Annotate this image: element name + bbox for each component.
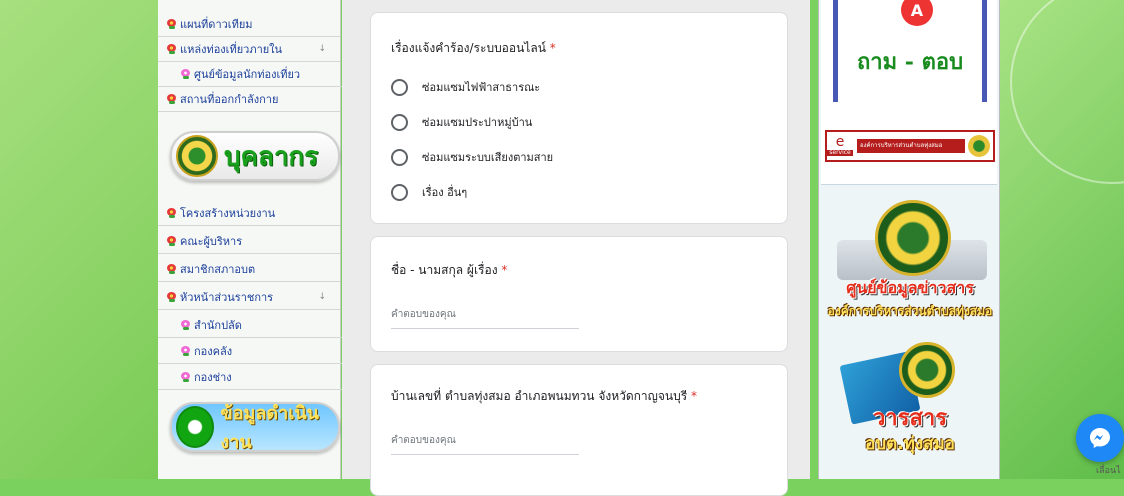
right-banner-column: ถาม - ตอบ A e service องค์การบริหารส่วนต… — [818, 0, 1000, 479]
sidebar-item-office-of-permanent-secretary[interactable]: สำนักปลัด — [158, 313, 354, 338]
eservice-banner[interactable]: e service องค์การบริหารส่วนตำบลทุ่งสมอ — [825, 130, 995, 162]
question-card-address: บ้านเลขที่ ตำบลทุ่งสมอ อำเภอพนมทวน จังหว… — [370, 364, 788, 496]
form-area: เรื่องแจ้งคำร้อง/ระบบออนไลน์ * ซ่อมแซมไฟ… — [342, 0, 810, 496]
sidebar-item-label: สมาชิกสภาอบต — [180, 263, 256, 276]
address-input[interactable]: คำตอบของคุณ — [391, 433, 579, 455]
sidebar-item-label: หัวหน้าส่วนราชการ — [180, 291, 274, 304]
eservice-letter: e — [835, 134, 845, 150]
flower-icon — [180, 371, 191, 383]
radio-button[interactable] — [391, 148, 408, 166]
seal-icon — [968, 135, 990, 157]
sidebar-item-label: สถานที่ออกกำลังกาย — [180, 93, 279, 106]
flower-icon — [180, 68, 191, 80]
sidebar-item-engineering-division[interactable]: กองช่าง — [158, 365, 354, 390]
radio-option-label: ซ่อมแซมระบบเสียงตามสาย — [422, 151, 554, 164]
news-center-subtitle: องค์การบริหารส่วนตำบลทุ่งสมอ — [827, 304, 993, 318]
operations-banner-text: ข้อมูลดำเนินงาน — [220, 403, 319, 453]
flower-icon — [166, 18, 177, 30]
journal-banner[interactable]: วารสาร อบต.ทุ่งสมอ — [827, 340, 993, 470]
qa-banner[interactable]: ถาม - ตอบ A e service องค์การบริหารส่วนต… — [821, 0, 997, 185]
sidebar-item-label: ศูนย์ข้อมูลนักท่องเที่ยว — [194, 68, 301, 81]
eservice-logo: e service — [827, 134, 853, 158]
question-card-request-type: เรื่องแจ้งคำร้อง/ระบบออนไลน์ * ซ่อมแซมไฟ… — [370, 12, 788, 224]
sidebar-item-label: กองคลัง — [194, 345, 233, 358]
radio-option-street-lights[interactable]: ซ่อมแซมไฟฟ้าสาธารณะ — [391, 78, 540, 96]
eservice-org-name: องค์การบริหารส่วนตำบลทุ่งสมอ — [857, 139, 965, 153]
journal-subtitle: อบต.ทุ่งสมอ — [865, 434, 955, 454]
sidebar-item-tourist-center[interactable]: ศูนย์ข้อมูลนักท่องเที่ยว — [158, 62, 354, 87]
required-mark: * — [691, 389, 698, 403]
messenger-icon — [1090, 428, 1110, 448]
sidebar-item-label: คณะผู้บริหาร — [180, 235, 243, 248]
sidebar-item-executives[interactable]: คณะผู้บริหาร — [158, 229, 340, 254]
seal-icon — [899, 342, 955, 398]
flower-icon — [166, 291, 177, 303]
flower-icon — [166, 263, 177, 275]
personnel-banner[interactable]: บุคลากร — [170, 131, 340, 181]
operations-banner[interactable]: ข้อมูลดำเนินงาน — [170, 402, 340, 453]
name-input[interactable]: คำตอบของคุณ — [391, 307, 579, 329]
personnel-banner-text: บุคลากร — [224, 141, 319, 172]
required-mark: * — [549, 41, 556, 55]
sidebar-item-department-heads[interactable]: หัวหน้าส่วนราชการ ↓ — [158, 285, 340, 310]
question-title-text: เรื่องแจ้งคำร้อง/ระบบออนไลน์ — [391, 41, 546, 55]
sidebar-item-label: กองช่าง — [194, 371, 232, 384]
question-title: เรื่องแจ้งคำร้อง/ระบบออนไลน์ * — [391, 39, 556, 58]
sidebar-item-council-members[interactable]: สมาชิกสภาอบต — [158, 257, 340, 282]
sidebar-item-label: แผนที่ดาวเทียม — [180, 18, 253, 31]
radio-option-other[interactable]: เรื่อง อื่นๆ — [391, 183, 467, 201]
page-background-right — [1000, 0, 1124, 479]
sidebar-item-structure[interactable]: โครงสร้างหน่วยงาน — [158, 201, 340, 226]
radio-button[interactable] — [391, 183, 408, 201]
messenger-chat-button[interactable] — [1076, 414, 1124, 462]
question-title-text: ชื่อ - นามสกุล ผู้เรื่อง — [391, 263, 498, 277]
radio-button[interactable] — [391, 78, 408, 96]
sidebar: แผนที่ดาวเทียม แหล่งท่องเที่ยวภายใน ↓ ศู… — [158, 0, 354, 479]
eservice-small-text: service — [827, 150, 853, 156]
radio-option-label: ซ่อมแซมไฟฟ้าสาธารณะ — [422, 81, 541, 94]
radio-button[interactable] — [391, 113, 408, 131]
news-center-title: ศูนย์ข้อมูลข่าวสาร — [846, 278, 974, 297]
expand-arrow-icon[interactable]: ↓ — [318, 292, 326, 302]
question-title: ชื่อ - นามสกุล ผู้เรื่อง * — [391, 261, 507, 280]
news-center-banner[interactable]: ศูนย์ข้อมูลข่าวสาร องค์การบริหารส่วนตำบล… — [827, 200, 993, 330]
info-icon — [176, 406, 215, 448]
seal-icon — [875, 200, 951, 276]
page-background-left — [0, 0, 158, 479]
sidebar-item-label: แหล่งท่องเที่ยวภายใน — [180, 43, 283, 56]
qa-text: ถาม - ตอบ — [856, 49, 964, 75]
sidebar-item-finance-division[interactable]: กองคลัง — [158, 339, 354, 364]
flower-icon — [180, 345, 191, 357]
question-card-name: ชื่อ - นามสกุล ผู้เรื่อง * คำตอบของคุณ — [370, 236, 788, 352]
sidebar-item-satellite-map[interactable]: แผนที่ดาวเทียม — [158, 12, 340, 37]
expand-arrow-icon[interactable]: ↓ — [318, 44, 326, 54]
question-title: บ้านเลขที่ ตำบลทุ่งสมอ อำเภอพนมทวน จังหว… — [391, 387, 697, 406]
radio-option-loudspeaker[interactable]: ซ่อมแซมระบบเสียงตามสาย — [391, 148, 553, 166]
emblem-icon — [176, 135, 218, 177]
flower-icon — [166, 93, 177, 105]
flower-icon — [166, 207, 177, 219]
radio-option-label: ซ่อมแซมประปาหมู่บ้าน — [422, 116, 533, 129]
flower-icon — [166, 43, 177, 55]
radio-option-label: เรื่อง อื่นๆ — [422, 186, 468, 199]
sidebar-item-attractions[interactable]: แหล่งท่องเที่ยวภายใน ↓ — [158, 37, 340, 62]
flower-icon — [180, 319, 191, 331]
question-title-text: บ้านเลขที่ ตำบลทุ่งสมอ อำเภอพนมทวน จังหว… — [391, 389, 688, 403]
sidebar-item-exercise-places[interactable]: สถานที่ออกกำลังกาย — [158, 87, 340, 112]
sidebar-item-label: สำนักปลัด — [194, 319, 242, 332]
required-mark: * — [501, 263, 508, 277]
sidebar-item-label: โครงสร้างหน่วยงาน — [180, 207, 276, 220]
radio-option-water-supply[interactable]: ซ่อมแซมประปาหมู่บ้าน — [391, 113, 532, 131]
chat-label: เลื่อนไ — [1096, 466, 1121, 476]
flower-icon — [166, 235, 177, 247]
